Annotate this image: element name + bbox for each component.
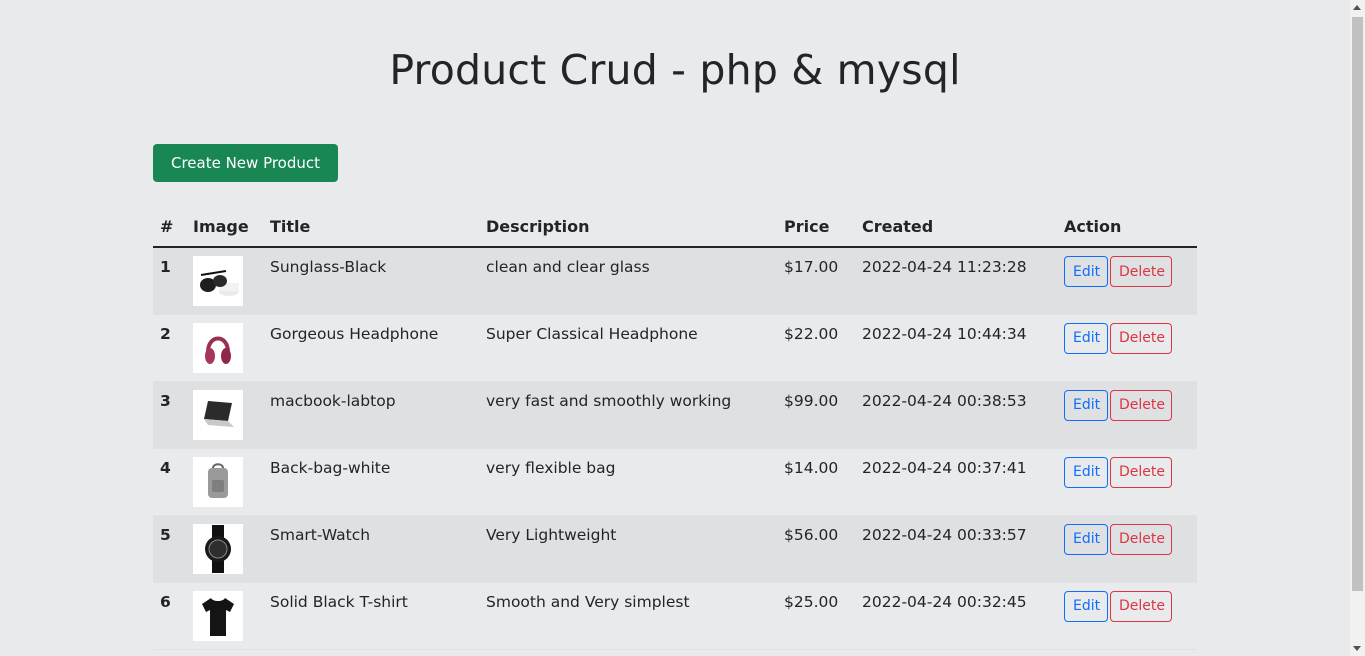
row-num: 5 — [153, 515, 186, 583]
row-description: Smooth and Very simplest — [479, 582, 777, 650]
header-price: Price — [777, 206, 855, 248]
row-created: 2022-04-24 00:32:45 — [855, 582, 1057, 650]
header-description: Description — [479, 206, 777, 248]
row-title: macbook-labtop — [263, 381, 479, 449]
table-row: 4 Back-bag-white very flexible bag $14.0… — [153, 448, 1197, 516]
vertical-scrollbar[interactable] — [1350, 0, 1365, 656]
row-price: $56.00 — [777, 515, 855, 583]
row-num: 3 — [153, 381, 186, 449]
table-header-row: # Image Title Description Price Created … — [153, 206, 1197, 248]
delete-button[interactable]: Delete — [1110, 523, 1172, 555]
row-created: 2022-04-24 00:33:57 — [855, 515, 1057, 583]
edit-button[interactable]: Edit — [1064, 256, 1108, 287]
row-created: 2022-04-24 10:44:34 — [855, 314, 1057, 382]
create-new-product-button[interactable]: Create New Product — [153, 144, 338, 182]
page-title: Product Crud - php & mysql — [389, 46, 961, 94]
row-num: 1 — [153, 247, 186, 315]
row-description: Super Classical Headphone — [479, 314, 777, 382]
row-created: 2022-04-24 00:38:53 — [855, 381, 1057, 449]
page: Product Crud - php & mysql Create New Pr… — [0, 0, 1350, 656]
sunglasses-image — [193, 256, 243, 306]
row-title: Back-bag-white — [263, 448, 479, 516]
row-num: 2 — [153, 314, 186, 382]
scroll-up-arrow-icon[interactable] — [1353, 5, 1361, 10]
delete-button[interactable]: Delete — [1110, 456, 1172, 488]
products-table: # Image Title Description Price Created … — [153, 206, 1197, 650]
edit-button[interactable]: Edit — [1064, 322, 1108, 354]
header-num: # — [153, 206, 186, 248]
delete-button[interactable]: Delete — [1110, 322, 1172, 354]
scroll-down-arrow-icon[interactable] — [1353, 646, 1361, 651]
headphone-image — [193, 322, 243, 373]
edit-button[interactable]: Edit — [1064, 590, 1108, 622]
header-created: Created — [855, 206, 1057, 248]
row-price: $99.00 — [777, 381, 855, 449]
row-price: $17.00 — [777, 247, 855, 315]
tshirt-image — [193, 590, 243, 641]
table-row: 6 Solid Black T-shirt Smooth and Very si… — [153, 582, 1197, 650]
backpack-image — [193, 456, 243, 507]
row-description: very flexible bag — [479, 448, 777, 516]
edit-button[interactable]: Edit — [1064, 389, 1108, 421]
row-description: Very Lightweight — [479, 515, 777, 583]
table-row: 3 macbook-labtop very fast and smoothly … — [153, 381, 1197, 449]
row-title: Sunglass-Black — [263, 247, 479, 315]
table-row: 2 Gorgeous Headphone Super Classical Hea… — [153, 314, 1197, 382]
header-title: Title — [263, 206, 479, 248]
scrollbar-thumb[interactable] — [1352, 17, 1363, 591]
watch-image — [193, 523, 243, 574]
header-image: Image — [186, 206, 263, 248]
edit-button[interactable]: Edit — [1064, 456, 1108, 488]
table-row: 5 Smart-Watch Very Lightweight $56.00 20… — [153, 515, 1197, 583]
row-price: $22.00 — [777, 314, 855, 382]
edit-button[interactable]: Edit — [1064, 523, 1108, 555]
row-description: very fast and smoothly working — [479, 381, 777, 449]
row-price: $14.00 — [777, 448, 855, 516]
header-action: Action — [1057, 206, 1197, 248]
delete-button[interactable]: Delete — [1110, 256, 1172, 287]
delete-button[interactable]: Delete — [1110, 389, 1172, 421]
row-num: 4 — [153, 448, 186, 516]
row-title: Solid Black T-shirt — [263, 582, 479, 650]
table-row: 1 Sunglass-Black clean and clear glass $… — [153, 247, 1197, 315]
row-description: clean and clear glass — [479, 247, 777, 315]
row-num: 6 — [153, 582, 186, 650]
row-title: Smart-Watch — [263, 515, 479, 583]
row-title: Gorgeous Headphone — [263, 314, 479, 382]
row-price: $25.00 — [777, 582, 855, 650]
delete-button[interactable]: Delete — [1110, 590, 1172, 622]
row-created: 2022-04-24 00:37:41 — [855, 448, 1057, 516]
row-created: 2022-04-24 11:23:28 — [855, 247, 1057, 315]
laptop-image — [193, 389, 243, 440]
